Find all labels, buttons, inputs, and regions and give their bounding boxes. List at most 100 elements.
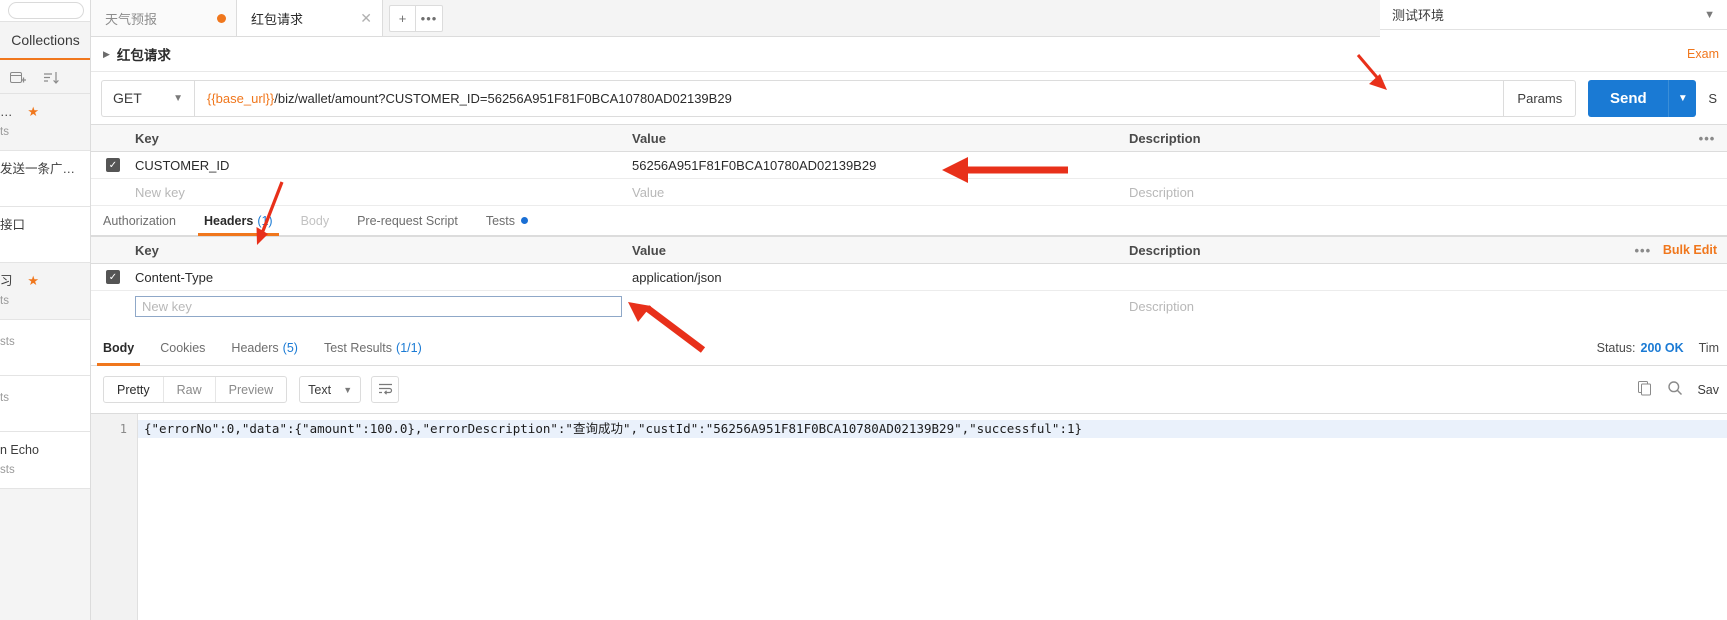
tab-response-body[interactable]: Body [96, 330, 141, 366]
tab-tests[interactable]: Tests [486, 206, 529, 236]
header-value[interactable]: application/json [632, 270, 1129, 285]
table-row-new[interactable]: New key Value Description [91, 179, 1727, 206]
url-input[interactable]: {{base_url}}/biz/wallet/amount?CUSTOMER_… [194, 79, 1505, 117]
list-item-meta: sts [0, 464, 15, 476]
copy-icon[interactable] [1637, 380, 1653, 399]
new-header-key-input[interactable]: New key [135, 295, 622, 317]
close-icon[interactable]: ✕ [360, 10, 372, 27]
page-title: 红包请求 [116, 48, 171, 63]
request-tab-title: 天气预报 [105, 11, 158, 27]
save-button-label: S [1708, 90, 1717, 106]
tab-cookies-label: Cookies [160, 340, 206, 355]
tab-headers[interactable]: Headers (1) [198, 206, 279, 236]
chevron-down-icon: ▼ [1704, 8, 1715, 21]
list-item[interactable]: sts [0, 320, 90, 376]
send-button[interactable]: Send [1588, 79, 1669, 117]
sidebar-tab-collections[interactable]: Collections [0, 22, 90, 60]
search-icon[interactable] [1667, 380, 1683, 399]
response-format-select[interactable]: Text ▼ [299, 376, 362, 403]
environment-selector[interactable]: 测试环境 ▼ [1380, 0, 1727, 30]
row-checkbox[interactable]: ✓ [106, 158, 120, 172]
sidebar-tab-collections-label: Collections [11, 32, 80, 48]
request-tab[interactable]: 红包请求 ✕ [237, 0, 383, 36]
tab-pre-request-script-label: Pre-request Script [357, 213, 458, 228]
collection-list: … ts ★ 发送一条广… 接口 习 ts ★ sts ts n Echo st… [0, 94, 90, 489]
view-mode-raw[interactable]: Raw [164, 377, 216, 402]
new-collection-icon[interactable] [10, 70, 27, 85]
headers-more-button[interactable]: ••• [1623, 243, 1663, 258]
view-mode-pretty[interactable]: Pretty [104, 377, 164, 402]
status-badge: 200 OK [1640, 340, 1684, 355]
param-key[interactable]: CUSTOMER_ID [135, 158, 632, 173]
tab-cookies[interactable]: Cookies [160, 330, 205, 366]
request-tab-title: 红包请求 [251, 11, 304, 27]
tab-pre-request-script[interactable]: Pre-request Script [357, 206, 458, 236]
tab-headers-label: Headers [203, 213, 254, 228]
list-item[interactable]: … ts ★ [0, 94, 90, 151]
save-response-button[interactable]: Sav [1697, 383, 1719, 397]
new-tab-button[interactable]: + [389, 5, 416, 32]
line-number: 1 [119, 422, 127, 436]
tab-test-results[interactable]: Test Results (1/1) [324, 330, 422, 366]
star-icon[interactable]: ★ [27, 273, 39, 289]
response-toolbar: Pretty Raw Preview Text ▼ Sav [91, 366, 1727, 413]
new-header-key-cell: New key [135, 295, 632, 317]
http-method-value: GET [113, 90, 142, 106]
list-item[interactable]: 接口 [0, 207, 90, 263]
table-row[interactable]: ✓ Content-Type application/json [91, 264, 1727, 291]
chevron-down-icon: ▼ [173, 92, 183, 104]
new-header-description-input[interactable]: Description [1129, 299, 1687, 314]
view-mode-preview[interactable]: Preview [216, 377, 286, 402]
tab-response-headers[interactable]: Headers (5) [231, 330, 298, 366]
tab-response-headers-label: Headers [231, 340, 279, 355]
chevron-down-icon: ▼ [343, 384, 353, 395]
save-button[interactable]: S [1708, 80, 1717, 117]
send-options-button[interactable]: ▼ [1668, 79, 1697, 117]
list-item[interactable]: n Echo sts [0, 432, 90, 489]
row-checkbox-cell: ✓ [91, 270, 135, 284]
line-number-gutter: 1 [91, 414, 138, 620]
response-code-area[interactable]: {"errorNo":0,"data":{"amount":100.0},"er… [138, 414, 1727, 620]
table-row-new[interactable]: New key Description [91, 291, 1727, 321]
star-icon[interactable]: ★ [27, 104, 39, 120]
response-actions: Sav [1637, 380, 1719, 399]
param-value[interactable]: 56256A951F81F0BCA10780AD02139B29 [632, 158, 1129, 173]
list-item-meta: ts [0, 295, 9, 307]
search-input[interactable] [8, 2, 84, 19]
new-param-description-input[interactable]: Description [1129, 185, 1687, 200]
params-button-label: Params [1517, 90, 1563, 106]
column-header-value: Value [632, 242, 666, 258]
chevron-down-icon: ▼ [1677, 92, 1688, 104]
params-button[interactable]: Params [1504, 79, 1577, 117]
list-item[interactable]: ts [0, 376, 90, 432]
chevron-right-icon[interactable]: ▶ [103, 49, 110, 60]
column-header-key: Key [135, 242, 159, 258]
list-item-title: 习 [0, 274, 13, 288]
list-item[interactable]: 发送一条广… [0, 151, 90, 207]
http-method-select[interactable]: GET ▼ [101, 79, 194, 117]
list-item[interactable]: 习 ts ★ [0, 263, 90, 320]
sidebar-search-bar [0, 0, 90, 22]
column-header-description: Description [1129, 242, 1201, 258]
sort-icon[interactable] [43, 70, 60, 85]
url-bar: GET ▼ {{base_url}}/biz/wallet/amount?CUS… [91, 72, 1727, 124]
tab-authorization[interactable]: Authorization [103, 206, 176, 236]
sidebar: Collections … ts ★ 发送一条广… 接口 习 ts ★ sts … [0, 0, 91, 620]
bulk-edit-button[interactable]: Bulk Edit [1663, 243, 1727, 257]
tabs-more-button[interactable]: ••• [416, 5, 443, 32]
request-tab[interactable]: 天气预报 [91, 0, 237, 36]
list-item-meta: sts [0, 336, 15, 348]
headers-table-header: Key Value Description ••• Bulk Edit [91, 236, 1727, 264]
row-checkbox[interactable]: ✓ [106, 270, 120, 284]
new-param-key-input[interactable]: New key [135, 185, 632, 200]
tab-headers-count: (1) [257, 213, 273, 228]
response-format-value: Text [308, 382, 332, 397]
new-param-value-input[interactable]: Value [632, 185, 1129, 200]
list-item-meta: ts [0, 392, 9, 404]
params-more-button[interactable]: ••• [1687, 131, 1727, 146]
wrap-lines-button[interactable] [371, 376, 400, 403]
header-key[interactable]: Content-Type [135, 270, 632, 285]
examples-link[interactable]: Exam [1687, 47, 1719, 61]
table-row[interactable]: ✓ CUSTOMER_ID 56256A951F81F0BCA10780AD02… [91, 152, 1727, 179]
tab-body[interactable]: Body [301, 206, 330, 236]
